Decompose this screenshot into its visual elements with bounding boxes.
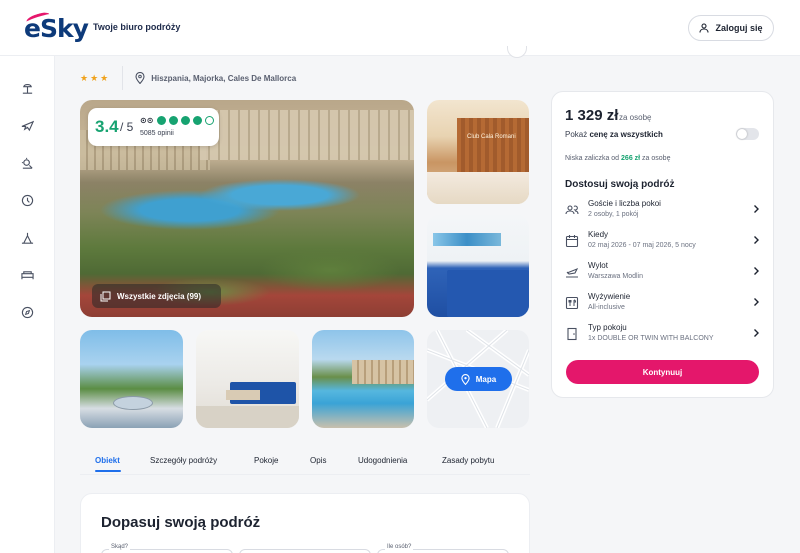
plane-icon[interactable] <box>20 118 34 132</box>
chevron-right-icon <box>754 329 759 337</box>
customize-title: Dostosuj swoją podróż <box>565 179 675 190</box>
top-header: eSky Twoje biuro podróży Zaloguj się <box>0 0 800 56</box>
user-icon <box>699 23 710 33</box>
deposit-info: Niska zaliczka od 266 zł za osobę <box>565 155 671 162</box>
section-tabs: Obiekt Szczegóły podróży Pokoje Opis Udo… <box>80 448 530 474</box>
option-guests-rooms[interactable]: Goście i liczba pokoi 2 osoby, 1 pokój <box>565 199 761 225</box>
terrace-photo[interactable] <box>80 330 183 428</box>
bed-icon[interactable] <box>20 268 34 282</box>
show-total-price-label: Pokaż cenę za wszystkich <box>565 130 663 139</box>
price-per-person: za osobę <box>619 113 652 122</box>
guests-field-label: Ile osób? <box>385 544 414 550</box>
clock-icon[interactable] <box>20 193 34 207</box>
beach-icon[interactable] <box>20 81 34 95</box>
location-text: Hiszpania, Majorka, Cales De Mallorca <box>151 73 297 83</box>
tab-obiekt[interactable]: Obiekt <box>95 456 120 465</box>
tab-szczegoly-podrozy[interactable]: Szczegóły podróży <box>150 456 217 465</box>
tab-pokoje[interactable]: Pokoje <box>254 456 278 465</box>
option-dates[interactable]: Kiedy 02 maj 2026 - 07 maj 2026, 5 nocy <box>565 230 761 256</box>
option-title: Wyżywienie <box>588 292 631 301</box>
living-room-photo[interactable] <box>196 330 299 428</box>
option-title: Typ pokoju <box>588 323 627 332</box>
sidebar <box>0 56 55 553</box>
reception-sign: Club Cala Romani <box>467 134 516 140</box>
divider <box>122 66 124 90</box>
date-field[interactable] <box>239 549 371 553</box>
compass-icon[interactable] <box>20 305 34 319</box>
hotel-stars: ★★★ <box>80 72 111 83</box>
tent-icon[interactable] <box>20 231 34 245</box>
reception-photo[interactable]: Club Cala Romani <box>427 100 529 204</box>
option-value: All-inclusive <box>588 304 625 311</box>
price: 1 329 zł <box>565 107 619 124</box>
chevron-right-icon <box>754 267 759 275</box>
tripadvisor-rating-dots <box>157 116 214 125</box>
customize-trip-title: Dopasuj swoją podróż <box>101 514 261 531</box>
option-value: 1x DOUBLE OR TWIN WITH BALCONY <box>588 335 714 342</box>
hotel-location[interactable]: Hiszpania, Majorka, Cales De Mallorca <box>135 72 296 84</box>
departure-icon <box>566 267 579 278</box>
option-value: Warszawa Modlin <box>588 273 643 280</box>
door-icon <box>567 327 577 341</box>
option-room-type[interactable]: Typ pokoju 1x DOUBLE OR TWIN WITH BALCON… <box>565 323 761 349</box>
chevron-right-icon <box>754 298 759 306</box>
show-total-price-toggle[interactable] <box>736 128 759 140</box>
all-photos-button[interactable]: Wszystkie zdjęcia (99) <box>92 284 221 308</box>
map-label: Mapa <box>475 374 497 384</box>
option-title: Kiedy <box>588 230 609 239</box>
review-count: 5085 opinii <box>140 130 174 137</box>
tab-udogodnienia[interactable]: Udogodnienia <box>358 456 407 465</box>
option-value: 2 osoby, 1 pokój <box>588 211 639 218</box>
option-title: Wylot <box>588 261 608 270</box>
rating-card: 3.4 / 5 ⊙⊙ 5085 opinii <box>88 108 219 146</box>
option-value: 02 maj 2026 - 07 maj 2026, 5 nocy <box>588 242 696 249</box>
tab-opis[interactable]: Opis <box>310 456 326 465</box>
login-button[interactable]: Zaloguj się <box>688 15 774 41</box>
map-pin-icon <box>461 373 470 385</box>
sun-icon[interactable] <box>20 156 34 170</box>
chevron-right-icon <box>754 236 759 244</box>
gallery-icon <box>100 291 111 301</box>
chevron-right-icon <box>754 205 759 213</box>
option-board[interactable]: Wyżywienie All-inclusive <box>565 292 761 318</box>
hotel-header-row: ★★★ Hiszpania, Majorka, Cales De Mallorc… <box>80 66 296 90</box>
from-field-label: Skąd? <box>109 544 131 550</box>
option-title: Goście i liczba pokoi <box>588 199 661 208</box>
room-photo[interactable] <box>427 215 529 317</box>
tagline: Twoje biuro podróży <box>93 22 181 32</box>
rating-score: 3.4 <box>95 117 119 136</box>
scroll-indicator <box>507 46 527 58</box>
map-button[interactable]: Mapa <box>445 367 512 391</box>
tabs-divider <box>80 474 530 475</box>
all-photos-label: Wszystkie zdjęcia (99) <box>117 291 202 301</box>
option-departure[interactable]: Wylot Warszawa Modlin <box>565 261 761 287</box>
location-pin-icon <box>135 72 145 84</box>
continue-button[interactable]: Kontynuuj <box>566 360 759 384</box>
tab-zasady-pobytu[interactable]: Zasady pobytu <box>442 456 494 465</box>
esky-logo[interactable]: eSky <box>24 10 89 44</box>
login-label: Zaloguj się <box>715 23 763 33</box>
calendar-icon <box>565 235 579 248</box>
users-icon <box>565 205 579 215</box>
active-tab-indicator <box>95 470 121 472</box>
pool-photo[interactable] <box>312 330 414 428</box>
tripadvisor-icon: ⊙⊙ <box>140 116 154 125</box>
meal-icon <box>565 296 579 310</box>
rating-max: / 5 <box>120 120 134 134</box>
